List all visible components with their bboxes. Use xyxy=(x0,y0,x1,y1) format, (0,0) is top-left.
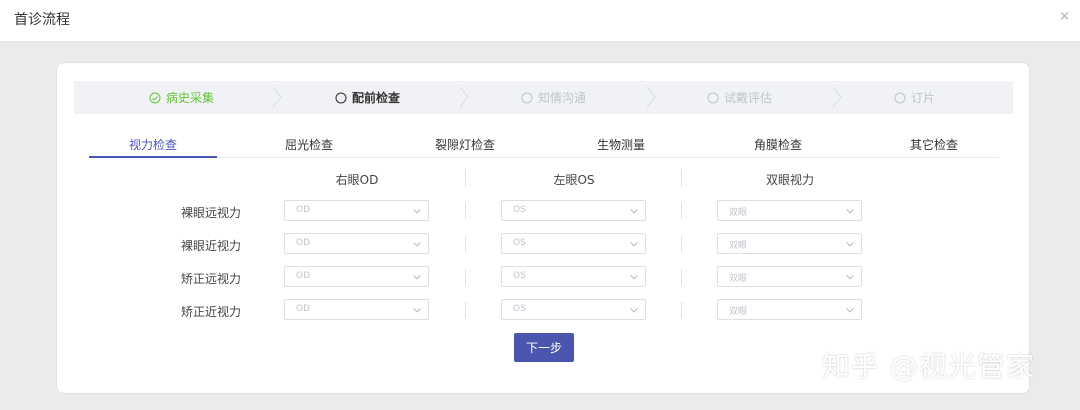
tab-cornea[interactable]: 角膜检查 xyxy=(714,136,842,153)
select-corrected-distance-ou[interactable]: 双眼 xyxy=(717,266,862,287)
select-corrected-distance-os[interactable]: OS xyxy=(501,266,646,287)
active-tab-indicator xyxy=(89,156,217,158)
watermark: 知乎 @视光管家 xyxy=(822,350,1035,383)
circle-icon xyxy=(521,92,533,103)
dialog-title: 首诊流程 xyxy=(14,12,70,28)
select-uncorrected-distance-os[interactable]: OS xyxy=(501,200,646,221)
select-corrected-distance-od[interactable]: OD xyxy=(284,266,429,287)
select-placeholder: OD xyxy=(296,271,311,281)
select-corrected-near-ou[interactable]: 双眼 xyxy=(717,299,862,320)
circle-icon xyxy=(707,92,719,103)
select-placeholder: 双眼 xyxy=(729,307,748,317)
next-step-button[interactable]: 下一步 xyxy=(514,333,574,362)
step-progress-bar: 病史采集 配前检查 知情沟通 试戴评估 订片 xyxy=(74,81,1013,114)
check-circle-icon xyxy=(149,92,161,103)
chevron-down-icon xyxy=(846,308,854,313)
exam-tabs: 视力检查 屈光检查 裂隙灯检查 生物测量 角膜检查 其它检查 xyxy=(89,129,999,158)
chevron-right-icon xyxy=(646,86,656,108)
step-label: 病史采集 xyxy=(166,91,215,105)
chevron-right-icon xyxy=(272,86,282,108)
chevron-down-icon xyxy=(413,209,421,214)
step-label: 订片 xyxy=(911,91,936,105)
select-placeholder: OD xyxy=(296,205,311,215)
select-uncorrected-near-od[interactable]: OD xyxy=(284,233,429,254)
chevron-down-icon xyxy=(630,308,638,313)
column-divider xyxy=(465,302,466,318)
step-label: 配前检查 xyxy=(352,91,401,105)
select-placeholder: OD xyxy=(296,304,311,314)
tab-refraction[interactable]: 屈光检查 xyxy=(245,136,373,153)
chevron-down-icon xyxy=(413,308,421,313)
dialog-header: 首诊流程 × xyxy=(0,0,1080,42)
column-divider xyxy=(681,302,682,318)
select-uncorrected-distance-od[interactable]: OD xyxy=(284,200,429,221)
select-corrected-near-od[interactable]: OD xyxy=(284,299,429,320)
step-label: 知情沟通 xyxy=(538,91,587,105)
select-uncorrected-near-ou[interactable]: 双眼 xyxy=(717,233,862,254)
chevron-down-icon xyxy=(846,209,854,214)
select-placeholder: OS xyxy=(513,304,526,314)
select-placeholder: 双眼 xyxy=(729,274,748,284)
select-placeholder: OS xyxy=(513,205,526,215)
tab-other[interactable]: 其它检查 xyxy=(870,136,998,153)
select-uncorrected-near-os[interactable]: OS xyxy=(501,233,646,254)
tab-slit-lamp[interactable]: 裂隙灯检查 xyxy=(401,136,529,153)
select-placeholder: 双眼 xyxy=(729,208,748,218)
column-divider xyxy=(465,169,466,187)
chevron-down-icon xyxy=(630,209,638,214)
column-divider xyxy=(681,169,682,187)
tab-visual-acuity[interactable]: 视力检查 xyxy=(89,136,217,153)
chevron-down-icon xyxy=(630,242,638,247)
chevron-down-icon xyxy=(413,242,421,247)
select-placeholder: OS xyxy=(513,271,526,281)
column-divider xyxy=(465,269,466,285)
column-divider xyxy=(681,236,682,252)
step-pre-exam[interactable]: 配前检查 xyxy=(335,89,400,106)
row-label-corrected-near: 矫正近视力 xyxy=(180,305,241,319)
chevron-right-icon xyxy=(832,86,842,108)
column-divider xyxy=(681,269,682,285)
step-label: 试戴评估 xyxy=(724,91,773,105)
tab-biometry[interactable]: 生物测量 xyxy=(557,136,685,153)
select-placeholder: 双眼 xyxy=(729,241,748,251)
chevron-right-icon xyxy=(459,86,469,108)
chevron-down-icon xyxy=(630,275,638,280)
close-icon[interactable]: × xyxy=(1059,9,1070,24)
column-header-left-eye: 左眼OS xyxy=(553,173,595,187)
circle-icon xyxy=(335,91,347,104)
row-label-corrected-distance: 矫正远视力 xyxy=(180,272,241,286)
select-placeholder: OS xyxy=(513,238,526,248)
chevron-down-icon xyxy=(413,275,421,280)
select-uncorrected-distance-ou[interactable]: 双眼 xyxy=(717,200,862,221)
row-label-uncorrected-near: 裸眼近视力 xyxy=(180,239,241,253)
column-header-both-eyes: 双眼视力 xyxy=(765,173,814,187)
column-divider xyxy=(465,203,466,219)
select-placeholder: OD xyxy=(296,238,311,248)
column-divider xyxy=(681,203,682,219)
step-history[interactable]: 病史采集 xyxy=(149,89,214,106)
select-corrected-near-os[interactable]: OS xyxy=(501,299,646,320)
chevron-down-icon xyxy=(846,275,854,280)
step-consent[interactable]: 知情沟通 xyxy=(521,89,586,106)
column-divider xyxy=(465,236,466,252)
step-trial[interactable]: 试戴评估 xyxy=(707,89,772,106)
circle-icon xyxy=(894,92,906,103)
row-label-uncorrected-distance: 裸眼远视力 xyxy=(180,206,241,220)
chevron-down-icon xyxy=(846,242,854,247)
step-order[interactable]: 订片 xyxy=(894,89,935,106)
column-header-right-eye: 右眼OD xyxy=(335,173,379,187)
